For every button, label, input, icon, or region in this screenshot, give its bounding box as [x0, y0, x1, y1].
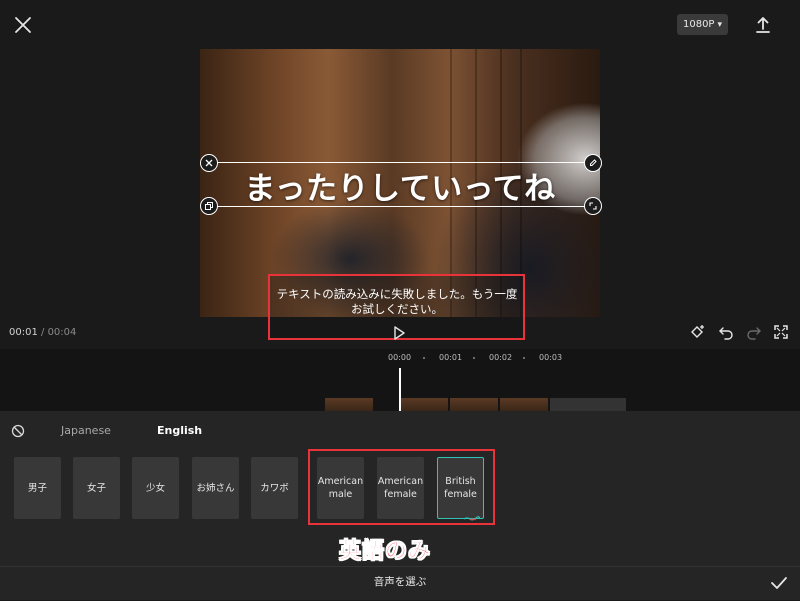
annotation-label: 英語のみ: [339, 539, 432, 565]
time-display: 00:01 / 00:04: [9, 327, 76, 338]
fullscreen-icon[interactable]: [772, 323, 790, 341]
timeline-tick: 00:03: [539, 353, 563, 362]
voice-option[interactable]: 女子: [73, 457, 120, 519]
total-time: 00:04: [47, 327, 77, 338]
checkmark-icon[interactable]: [770, 574, 788, 592]
voice-option[interactable]: 男子: [14, 457, 61, 519]
scale-text-handle[interactable]: [584, 197, 602, 215]
voice-option[interactable]: お姉さん: [192, 457, 239, 519]
play-icon[interactable]: [391, 325, 407, 341]
pencil-icon: [590, 159, 597, 166]
playhead[interactable]: [399, 368, 401, 411]
overlay-text[interactable]: まったりしていってね: [200, 163, 600, 208]
undo-icon[interactable]: [717, 323, 735, 341]
close-icon: [205, 159, 213, 167]
error-line-2: お試しください。: [351, 302, 443, 316]
clip-thumbnail[interactable]: [500, 398, 548, 411]
english-voices-highlight: [308, 449, 495, 525]
clip-thumbnail[interactable]: [450, 398, 498, 411]
voice-option[interactable]: カワボ: [251, 457, 298, 519]
time-separator: /: [37, 327, 48, 338]
tab-english[interactable]: English: [157, 424, 202, 437]
keyframe-icon[interactable]: [689, 323, 707, 341]
clip-thumbnail[interactable]: [550, 398, 626, 411]
clip-thumbnail[interactable]: [325, 398, 373, 411]
timeline-tick: 00:02: [489, 353, 513, 362]
delete-text-handle[interactable]: [200, 154, 218, 172]
resolution-label: 1080P: [682, 19, 715, 30]
export-icon[interactable]: [752, 14, 774, 36]
copy-text-handle[interactable]: [200, 197, 218, 215]
timeline-tick: 00:01: [439, 353, 463, 362]
chevron-down-icon: ▾: [717, 19, 722, 30]
copy-icon: [205, 202, 213, 210]
close-icon[interactable]: [12, 14, 34, 36]
redo-icon[interactable]: [745, 323, 763, 341]
resolution-dropdown[interactable]: 1080P ▾: [677, 14, 728, 35]
error-line-1: テキストの読み込みに失敗しました。もう一度: [276, 287, 518, 301]
voice-option[interactable]: 少女: [132, 457, 179, 519]
current-time: 00:01: [9, 327, 38, 338]
panel-title: 音声を選ぶ: [373, 576, 427, 588]
resize-icon: [589, 202, 597, 210]
edit-text-handle[interactable]: [584, 154, 602, 172]
no-voice-icon[interactable]: [11, 423, 25, 438]
error-message: テキストの読み込みに失敗しました。もう一度 お試しください。: [272, 287, 522, 317]
tab-japanese[interactable]: Japanese: [61, 424, 111, 437]
timeline-tick: 00:00: [388, 353, 412, 362]
clip-thumbnail[interactable]: [400, 398, 448, 411]
